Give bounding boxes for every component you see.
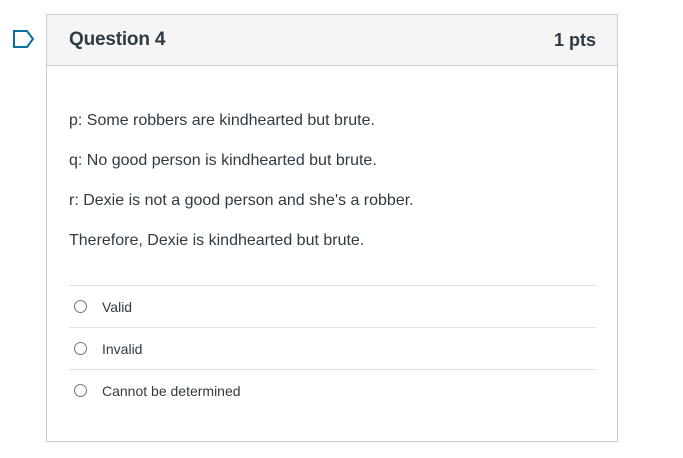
answer-option-cannot-be-determined[interactable]: Cannot be determined <box>69 370 596 411</box>
question-body: p: Some robbers are kindhearted but brut… <box>47 66 617 411</box>
question-title: Question 4 <box>69 29 166 50</box>
answer-label: Invalid <box>102 340 143 357</box>
quiz-page: Question 4 1 pts p: Some robbers are kin… <box>0 0 683 458</box>
answer-label: Cannot be determined <box>102 382 241 399</box>
answer-list: Valid Invalid Cannot be determined <box>69 285 596 411</box>
question-header: Question 4 1 pts <box>47 15 617 66</box>
answer-option-invalid[interactable]: Invalid <box>69 328 596 370</box>
radio-button[interactable] <box>74 342 87 355</box>
premise-r: r: Dexie is not a good person and she's … <box>69 192 414 209</box>
question-card: Question 4 1 pts p: Some robbers are kin… <box>46 14 618 442</box>
question-points: 1 pts <box>553 29 596 50</box>
radio-button[interactable] <box>74 300 87 313</box>
radio-button[interactable] <box>74 384 87 397</box>
premise-p: p: Some robbers are kindhearted but brut… <box>69 112 375 129</box>
conclusion: Therefore, Dexie is kindhearted but brut… <box>69 232 365 249</box>
premise-q: q: No good person is kindhearted but bru… <box>69 152 377 169</box>
answer-option-valid[interactable]: Valid <box>69 286 596 328</box>
question-text: p: Some robbers are kindhearted but brut… <box>69 66 596 251</box>
bookmark-flag-icon[interactable] <box>12 29 36 49</box>
answer-label: Valid <box>102 298 133 315</box>
